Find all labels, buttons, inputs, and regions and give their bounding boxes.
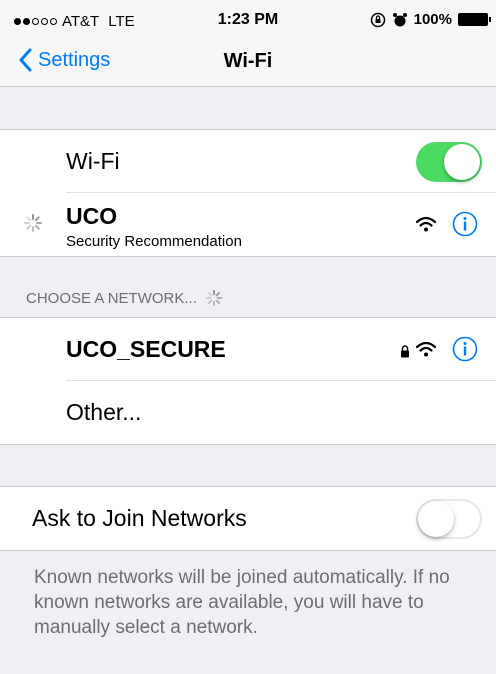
- ask-to-join-group: Ask to Join Networks: [0, 486, 496, 551]
- other-network-label: Other...: [66, 399, 142, 425]
- loading-spinner-icon: [205, 289, 222, 307]
- page-title: Wi-Fi: [223, 50, 273, 72]
- loading-spinner-icon: [24, 214, 42, 232]
- connected-network-subtitle: Security Recommendation: [66, 233, 242, 250]
- lock-icon: [401, 345, 409, 358]
- wifi-toggle-row: Wi-Fi: [0, 130, 496, 193]
- wifi-signal-icon: [416, 216, 436, 232]
- choose-network-header: CHOOSE A NETWORK...: [26, 289, 223, 307]
- info-icon[interactable]: [452, 336, 478, 362]
- network-list: UCO_SECURE Other...: [0, 317, 496, 445]
- connected-network-name: UCO: [66, 203, 118, 229]
- status-bar: AT&T LTE 1:23 PM 100%: [0, 0, 496, 40]
- other-network-row[interactable]: Other...: [0, 381, 496, 444]
- network-row[interactable]: UCO_SECURE: [0, 318, 496, 381]
- wifi-toggle[interactable]: [416, 142, 482, 182]
- wifi-signal-icon: [416, 341, 436, 357]
- rotation-lock-icon: [370, 12, 385, 27]
- connected-network-row[interactable]: UCO Security Recommendation: [0, 193, 496, 256]
- status-right: 100%: [370, 11, 491, 28]
- battery-icon: [458, 13, 491, 26]
- wifi-group: Wi-Fi UCO Security Recommendation: [0, 129, 496, 257]
- network-name: UCO_SECURE: [66, 336, 226, 362]
- choose-network-title: CHOOSE A NETWORK...: [26, 289, 197, 307]
- battery-percent: 100%: [413, 11, 452, 28]
- navigation-bar: Settings Wi-Fi: [0, 40, 496, 87]
- ask-to-join-row: Ask to Join Networks: [0, 487, 496, 550]
- ask-to-join-label: Ask to Join Networks: [32, 505, 247, 531]
- ask-to-join-toggle[interactable]: [416, 499, 482, 539]
- wifi-label: Wi-Fi: [66, 148, 120, 174]
- ask-to-join-description: Known networks will be joined automatica…: [34, 567, 450, 638]
- info-icon[interactable]: [452, 211, 478, 237]
- alarm-icon: [392, 12, 407, 26]
